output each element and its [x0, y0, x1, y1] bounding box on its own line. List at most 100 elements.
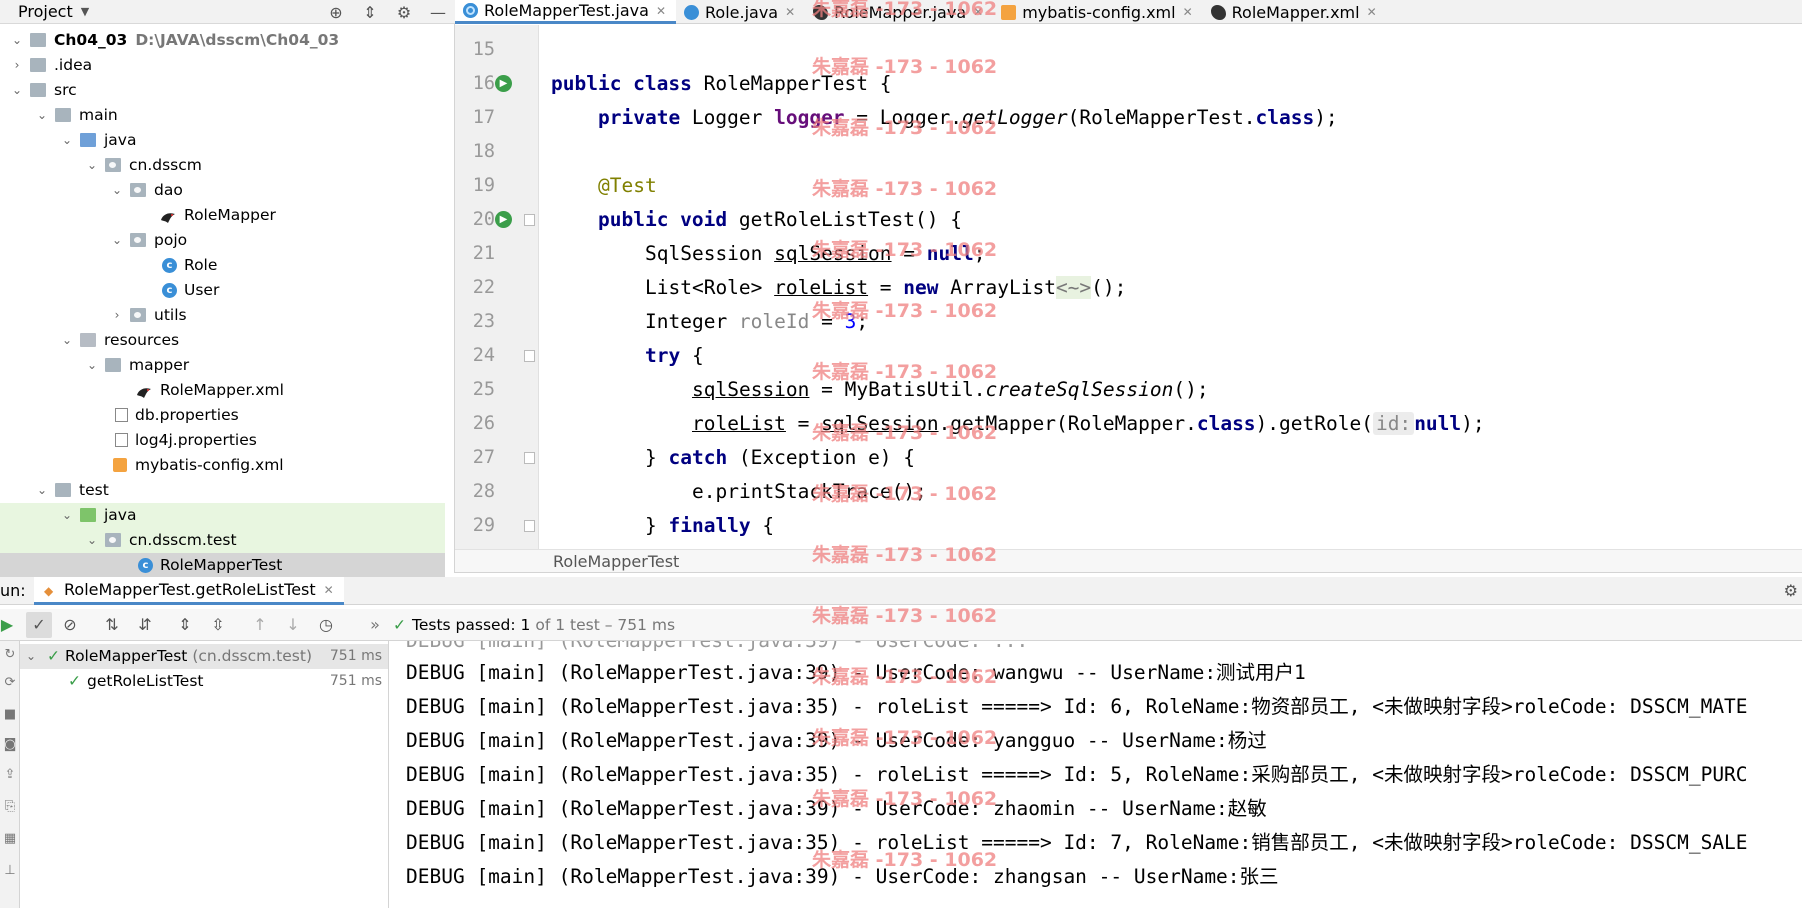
chevron-down-icon[interactable]: ⌄: [110, 228, 124, 253]
minimize-icon[interactable]: —: [421, 3, 455, 22]
fold-marker-icon[interactable]: [524, 452, 535, 464]
breadcrumb-item[interactable]: RoleMapperTest: [553, 550, 679, 574]
chevron-down-icon[interactable]: ⌄: [10, 28, 24, 53]
chevron-down-icon[interactable]: ⌄: [85, 528, 99, 553]
gear-icon[interactable]: ⚙: [387, 3, 421, 22]
test-case-row[interactable]: ✓ getRoleListTest 751 ms: [20, 669, 388, 694]
tree-item-utils[interactable]: › utils: [0, 303, 445, 328]
chevron-down-icon[interactable]: ⌄: [60, 328, 74, 353]
code-diamond-fold[interactable]: <~>: [1055, 276, 1092, 299]
check-icon: ✓: [47, 647, 60, 665]
close-icon[interactable]: ✕: [1183, 5, 1193, 19]
previous-failed-icon[interactable]: ↑: [247, 612, 273, 638]
test-suite-row[interactable]: ⌄ ✓ RoleMapperTest (cn.dsscm.test) 751 m…: [20, 644, 388, 669]
code-text: .getMapper(RoleMapper.: [938, 412, 1197, 435]
code-text: {: [750, 514, 775, 537]
code-keyword: private: [598, 106, 681, 129]
collapse-all-icon[interactable]: ⇕: [353, 3, 387, 22]
tree-item-test[interactable]: ⌄ test: [0, 478, 445, 503]
chevron-down-icon[interactable]: ⌄: [85, 353, 99, 378]
tree-item-rolemapper[interactable]: RoleMapper: [0, 203, 445, 228]
tree-item-main[interactable]: ⌄ main: [0, 103, 445, 128]
export-icon[interactable]: ⇪: [2, 767, 18, 782]
history-icon[interactable]: ◷: [313, 612, 339, 638]
fold-marker-icon[interactable]: [524, 350, 535, 362]
pin-icon[interactable]: ⊥: [2, 863, 18, 878]
rerun-failed-icon[interactable]: ↻: [2, 647, 18, 662]
chevron-down-icon[interactable]: ⌄: [60, 503, 74, 528]
close-icon[interactable]: ✕: [324, 583, 334, 597]
tree-item-label: RoleMapper: [184, 206, 276, 224]
tree-item-rolemapper-xml[interactable]: RoleMapper.xml: [0, 378, 445, 403]
stop-icon[interactable]: ■: [2, 707, 18, 722]
expand-all-icon[interactable]: ⇕: [172, 612, 198, 638]
tab-role-java[interactable]: Role.java ✕: [676, 0, 805, 24]
locate-icon[interactable]: ⊕: [319, 3, 353, 22]
run-tab[interactable]: ◆ RoleMapperTest.getRoleListTest ✕: [34, 577, 344, 605]
tree-item-java-main[interactable]: ⌄ java: [0, 128, 445, 153]
chevron-right-icon[interactable]: ›: [10, 53, 24, 78]
collapse-all-icon[interactable]: ⇳: [205, 612, 231, 638]
chevron-down-icon[interactable]: ⌄: [60, 128, 74, 153]
show-passed-icon[interactable]: ✓: [26, 612, 52, 638]
chevron-down-icon[interactable]: ⌄: [110, 178, 124, 203]
test-duration: 751 ms: [329, 673, 382, 689]
tree-item-role[interactable]: c Role: [0, 253, 445, 278]
chevron-down-icon[interactable]: ⌄: [85, 153, 99, 178]
tree-item-cn-dsscm-test[interactable]: ⌄ cn.dsscm.test: [0, 528, 445, 553]
code-text: (RoleMapperTest.: [1067, 106, 1256, 129]
close-icon[interactable]: ✕: [785, 5, 795, 19]
code-line: List<Role> roleList = new ArrayList<~>()…: [645, 271, 1126, 305]
tree-item-pojo[interactable]: ⌄ pojo: [0, 228, 445, 253]
show-ignored-icon[interactable]: ⊘: [57, 612, 83, 638]
run-test-icon[interactable]: ▶: [495, 211, 512, 228]
chevron-down-icon[interactable]: ⌄: [10, 78, 24, 103]
toggle-auto-test-icon[interactable]: ⟳: [2, 675, 18, 690]
line-number: 25: [472, 379, 495, 400]
code-content[interactable]: public class RoleMapperTest { private Lo…: [551, 25, 1485, 549]
tree-item-src[interactable]: ⌄ src: [0, 78, 445, 103]
layout-icon[interactable]: ▦: [2, 831, 18, 846]
chevron-down-icon[interactable]: ⌄: [35, 478, 49, 503]
tree-item-log4j-properties[interactable]: log4j.properties: [0, 428, 445, 453]
tree-item-rolemappertest[interactable]: c RoleMapperTest: [0, 553, 445, 578]
tree-item-resources[interactable]: ⌄ resources: [0, 328, 445, 353]
gutter-line: 16 ▶: [455, 67, 539, 101]
check-icon: ✓: [68, 672, 81, 690]
tree-item-ch04-03[interactable]: ⌄ Ch04_03 D:\JAVA\dsscm\Ch04_03: [0, 28, 445, 53]
tab-rolemapper-java[interactable]: RoleMapper.java ✕: [805, 0, 993, 24]
sort-duration-icon[interactable]: ⇵: [132, 612, 158, 638]
camera-icon[interactable]: ◙: [2, 737, 18, 752]
chevron-right-icon[interactable]: ›: [110, 303, 124, 328]
more-icon[interactable]: »: [362, 612, 388, 638]
chevron-down-icon[interactable]: ▼: [81, 5, 89, 18]
rerun-icon[interactable]: ▶: [0, 612, 20, 638]
tree-item-cn-dsscm[interactable]: ⌄ cn.dsscm: [0, 153, 445, 178]
import-icon[interactable]: ⎘: [2, 799, 18, 814]
close-icon[interactable]: ✕: [973, 5, 983, 19]
sort-alpha-icon[interactable]: ⇅: [99, 612, 125, 638]
tab-label: Role.java: [705, 2, 779, 22]
next-failed-icon[interactable]: ↓: [280, 612, 306, 638]
tab-rolemappertest-java[interactable]: RoleMapperTest.java ✕: [455, 0, 676, 24]
tab-mybatis-config-xml[interactable]: mybatis-config.xml ✕: [993, 0, 1202, 24]
gear-icon[interactable]: ⚙: [1784, 581, 1798, 600]
close-icon[interactable]: ✕: [1367, 5, 1377, 19]
code-editor[interactable]: 15 16 ▶ 17 18 19 20 ▶ 21 22 23 24 25 26 27…: [455, 25, 1802, 549]
project-view-selector[interactable]: Project: [0, 2, 73, 21]
close-icon[interactable]: ✕: [656, 4, 666, 18]
chevron-down-icon[interactable]: ⌄: [35, 103, 49, 128]
run-test-icon[interactable]: ▶: [495, 75, 512, 92]
tree-item-mybatis-config-xml[interactable]: mybatis-config.xml: [0, 453, 445, 478]
tree-item-dao[interactable]: ⌄ dao: [0, 178, 445, 203]
fold-marker-icon[interactable]: [524, 520, 535, 532]
tree-item-mapper[interactable]: ⌄ mapper: [0, 353, 445, 378]
tree-item-user[interactable]: c User: [0, 278, 445, 303]
chevron-down-icon[interactable]: ⌄: [26, 644, 36, 669]
tree-item-java-test[interactable]: ⌄ java: [0, 503, 445, 528]
tree-item-idea[interactable]: › .idea: [0, 53, 445, 78]
fold-marker-icon[interactable]: [524, 214, 535, 226]
tab-rolemapper-xml[interactable]: RoleMapper.xml ✕: [1203, 0, 1387, 24]
tree-item-db-properties[interactable]: db.properties: [0, 403, 445, 428]
console-output[interactable]: DEBUG [main] (RoleMapperTest.java:39) - …: [389, 641, 1802, 908]
